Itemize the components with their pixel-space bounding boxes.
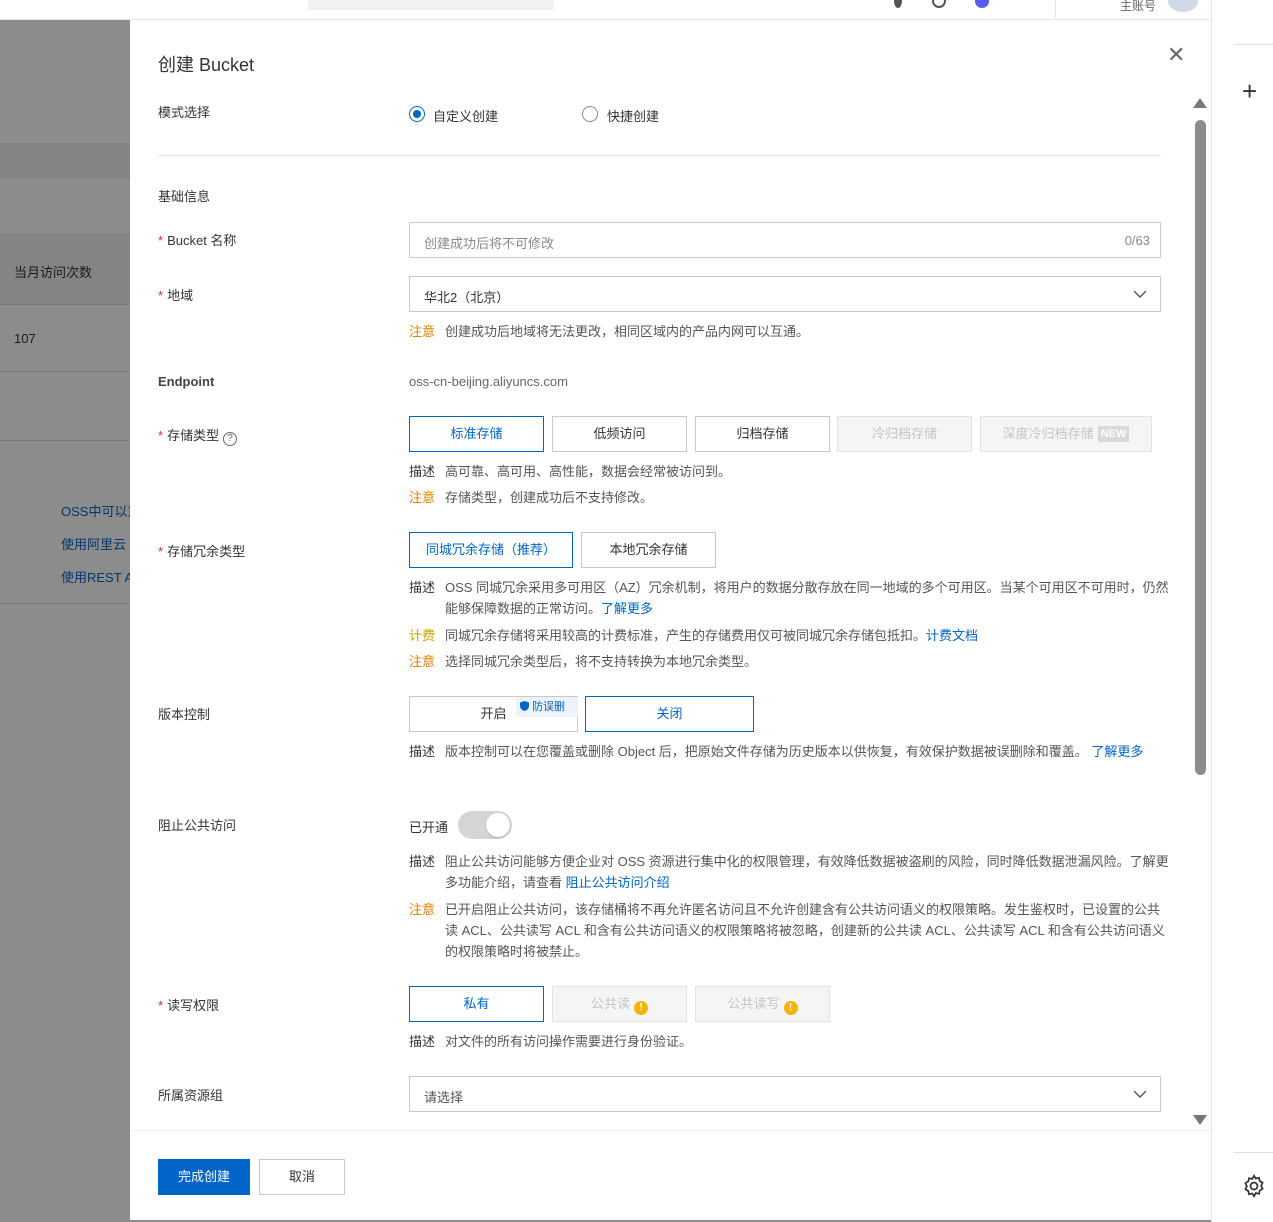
redundancy-zrs[interactable]: 同城冗余存储（推荐） <box>409 532 573 568</box>
close-icon[interactable]: ✕ <box>1167 44 1185 66</box>
bucket-name-label: * Bucket 名称 <box>158 233 237 248</box>
submit-button[interactable]: 完成创建 <box>158 1159 250 1195</box>
storage-deep-cold-archive: 深度冷归档存储 NEW <box>980 416 1152 452</box>
endpoint-label: Endpoint <box>158 374 215 389</box>
acl-public-read: 公共读! <box>552 986 687 1022</box>
storage-standard[interactable]: 标准存储 <box>409 416 544 452</box>
block-public-toggle[interactable] <box>458 811 512 839</box>
acl-label: * 读写权限 <box>158 998 220 1013</box>
section-basic: 基础信息 <box>158 189 211 204</box>
gear-icon[interactable] <box>1241 1173 1267 1199</box>
learn-more-link[interactable]: 了解更多 <box>601 601 653 616</box>
bucket-name-input[interactable]: 创建成功后将不可修改 0/63 <box>409 222 1161 258</box>
redundancy-fee: 计费 同城冗余存储将采用较高的计费标准，产生的存储费用仅可被同城冗余存储包抵扣。… <box>409 628 979 643</box>
scroll-thumb[interactable] <box>1195 120 1206 775</box>
block-public-desc: 描述 阻止公共访问能够方便企业对 OSS 资源进行集中化的权限管理，有效降低数据… <box>409 854 1169 890</box>
storage-warn: 注意 存储类型，创建成功后不支持修改。 <box>409 490 654 505</box>
acl-public-read-write: 公共读写! <box>695 986 830 1022</box>
redundancy-lrs[interactable]: 本地冗余存储 <box>581 532 716 568</box>
warning-icon: ! <box>783 1001 798 1015</box>
redundancy-desc: 描述 OSS 同城冗余采用多可用区（AZ）冗余机制，将用户的数据分散存放在同一地… <box>409 580 1169 616</box>
top-bar: 主账号 <box>0 0 1211 20</box>
char-counter: 0/63 <box>1124 233 1150 248</box>
account-label[interactable]: 主账号 <box>1120 0 1156 14</box>
add-icon[interactable]: + <box>1242 78 1257 104</box>
block-public-intro-link[interactable]: 阻止公共访问介绍 <box>566 875 670 890</box>
warning-icon: ! <box>634 1001 648 1015</box>
endpoint-value: oss-cn-beijing.aliyuncs.com <box>409 374 568 389</box>
avatar[interactable] <box>1168 0 1198 12</box>
anti-delete-badge: 防误删 <box>516 697 578 717</box>
top-search[interactable] <box>308 0 554 10</box>
block-public-status: 已开通 <box>409 820 449 835</box>
versioning-label: 版本控制 <box>158 707 211 722</box>
versioning-off[interactable]: 关闭 <box>585 696 754 732</box>
drawer-title: 创建 Bucket <box>158 55 255 75</box>
storage-class-label: * 存储类型? <box>158 425 238 446</box>
storage-cold-archive: 冷归档存储 <box>837 416 972 452</box>
chevron-down-icon <box>1133 1090 1147 1098</box>
region-select[interactable]: 华北2（北京） <box>409 276 1161 312</box>
scroll-up-icon[interactable] <box>1193 98 1207 108</box>
radio-quick-label[interactable]: 快捷创建 <box>607 106 659 125</box>
drawer-footer: 完成创建 取消 <box>130 1130 1211 1220</box>
acl-desc: 描述 对文件的所有访问操作需要进行身份验证。 <box>409 1034 693 1049</box>
radio-quick[interactable] <box>582 106 598 122</box>
versioning-learn-more-link[interactable]: 了解更多 <box>1091 744 1143 759</box>
storage-desc: 描述 高可靠、高可用、高性能，数据会经常被访问到。 <box>409 464 732 479</box>
new-badge: NEW <box>1097 426 1130 442</box>
region-label: * 地域 <box>158 288 194 303</box>
right-sidebar: + <box>1211 0 1273 1222</box>
create-bucket-drawer: 创建 Bucket ✕ 模式选择 自定义创建 快捷创建 基础信息 * Bucket… <box>130 20 1211 1220</box>
chevron-down-icon <box>1133 290 1147 298</box>
radio-custom-label[interactable]: 自定义创建 <box>433 106 498 125</box>
block-public-label: 阻止公共访问 <box>158 818 237 833</box>
scroll-down-icon[interactable] <box>1193 1115 1207 1125</box>
top-icon[interactable] <box>894 0 902 8</box>
versioning-desc: 描述 版本控制可以在您覆盖或删除 Object 后，把原始文件存储为历史版本以供… <box>409 744 1144 759</box>
storage-archive[interactable]: 归档存储 <box>695 416 830 452</box>
cancel-button[interactable]: 取消 <box>259 1159 345 1195</box>
help-icon[interactable]: ? <box>223 432 238 446</box>
storage-ia[interactable]: 低频访问 <box>552 416 687 452</box>
resource-group-select[interactable]: 请选择 <box>409 1076 1161 1112</box>
redundancy-warn: 注意 选择同城冗余类型后，将不支持转换为本地冗余类型。 <box>409 654 758 669</box>
region-note: 注意 创建成功后地域将无法更改，相同区域内的产品内网可以互通。 <box>409 324 810 339</box>
redundancy-label: * 存储冗余类型 <box>158 544 246 559</box>
shield-icon <box>520 701 529 711</box>
assistant-icon[interactable] <box>975 0 989 8</box>
radio-custom[interactable] <box>409 106 425 122</box>
resource-group-label: 所属资源组 <box>158 1088 224 1103</box>
acl-private[interactable]: 私有 <box>409 986 544 1022</box>
scrollbar[interactable] <box>1193 98 1207 1128</box>
billing-doc-link[interactable]: 计费文档 <box>926 628 978 643</box>
help-icon[interactable] <box>932 0 946 8</box>
mode-label: 模式选择 <box>158 105 211 120</box>
block-public-warn: 注意 已开启阻止公共访问，该存储桶将不再允许匿名访问且不允许创建含有公共访问语义… <box>409 902 1165 959</box>
